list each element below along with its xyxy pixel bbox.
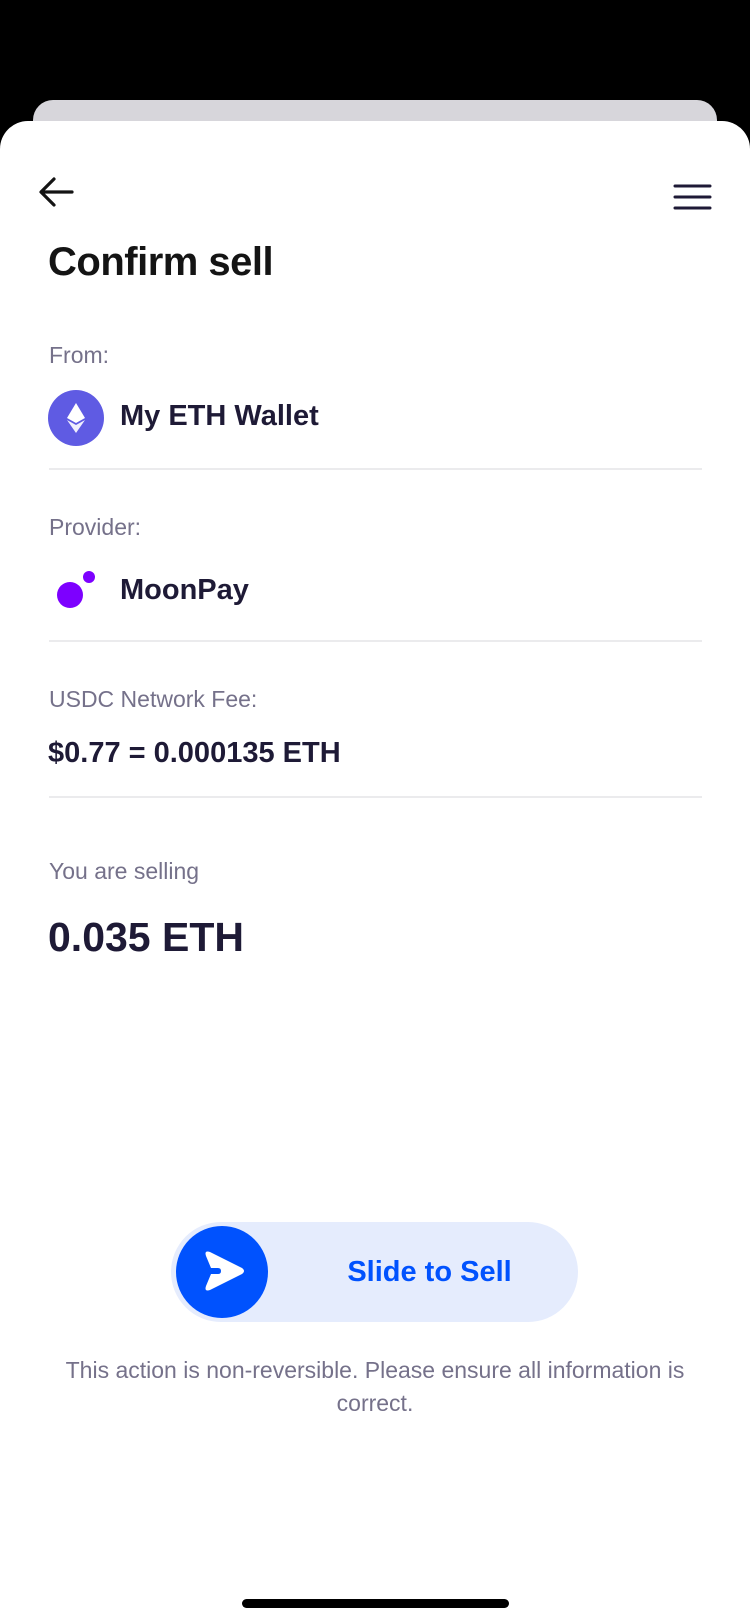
divider [49,640,702,642]
fee-label: USDC Network Fee: [49,686,258,712]
selling-label: You are selling [49,858,200,884]
wallet-name: My ETH Wallet [120,400,319,432]
provider-name: MoonPay [120,574,249,606]
send-arrow-icon [205,1251,244,1291]
slider-handle[interactable] [176,1226,268,1318]
from-label: From: [49,342,110,368]
back-button[interactable] [36,174,76,210]
fee-value: $0.77 = 0.000135 ETH [48,737,341,769]
divider [49,468,702,470]
home-indicator[interactable] [242,1599,509,1608]
page-title: Confirm sell [48,240,274,284]
slide-label: Slide to Sell [347,1256,512,1288]
ethereum-icon [48,390,104,446]
arrow-left-icon [39,177,74,207]
menu-button[interactable] [672,182,712,212]
provider-label: Provider: [49,514,142,540]
selling-amount: 0.035 ETH [48,914,244,960]
moonpay-icon [54,570,98,614]
disclaimer-text: This action is non-reversible. Please en… [65,1357,685,1416]
divider [49,796,702,798]
slide-to-sell-slider[interactable]: Slide to Sell [171,1222,578,1322]
hamburger-menu-icon [673,184,712,210]
